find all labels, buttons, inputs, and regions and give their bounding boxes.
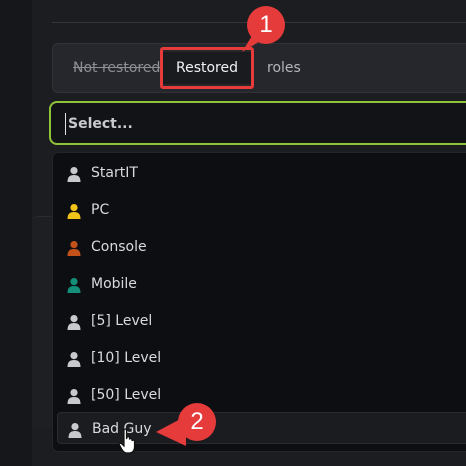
option-mobile[interactable]: Mobile: [57, 268, 466, 300]
option-label: Console: [91, 239, 147, 255]
option-label: Mobile: [91, 276, 137, 292]
annotation-badge-1: 1: [247, 6, 285, 44]
option-level-5[interactable]: [5] Level: [57, 305, 466, 337]
option-pc[interactable]: PC: [57, 194, 466, 226]
role-select[interactable]: [49, 101, 466, 145]
roles-label: roles: [267, 60, 301, 76]
option-startit[interactable]: StartIT: [57, 157, 466, 189]
user-icon: [67, 389, 81, 404]
user-icon: [67, 241, 81, 256]
user-icon: [68, 423, 82, 438]
option-label: PC: [91, 202, 110, 218]
user-icon: [67, 167, 81, 182]
user-icon: [67, 204, 81, 219]
annotation-badge-2: 2: [178, 403, 216, 441]
option-label: [50] Level: [91, 387, 162, 403]
role-dropdown: StartIT PC Console Mobile [5] Level [10]…: [52, 152, 466, 452]
option-label: [10] Level: [91, 350, 162, 366]
hand-cursor-icon: [118, 428, 136, 454]
user-icon: [67, 278, 81, 293]
option-label: [5] Level: [91, 313, 153, 329]
option-console[interactable]: Console: [57, 231, 466, 263]
option-level-10[interactable]: [10] Level: [57, 342, 466, 374]
role-search-input[interactable]: [65, 113, 448, 135]
option-label: StartIT: [91, 165, 138, 181]
user-icon: [67, 352, 81, 367]
user-icon: [67, 315, 81, 330]
option-level-50[interactable]: [50] Level: [57, 379, 466, 411]
not-restored-option[interactable]: Not restored: [73, 58, 160, 78]
